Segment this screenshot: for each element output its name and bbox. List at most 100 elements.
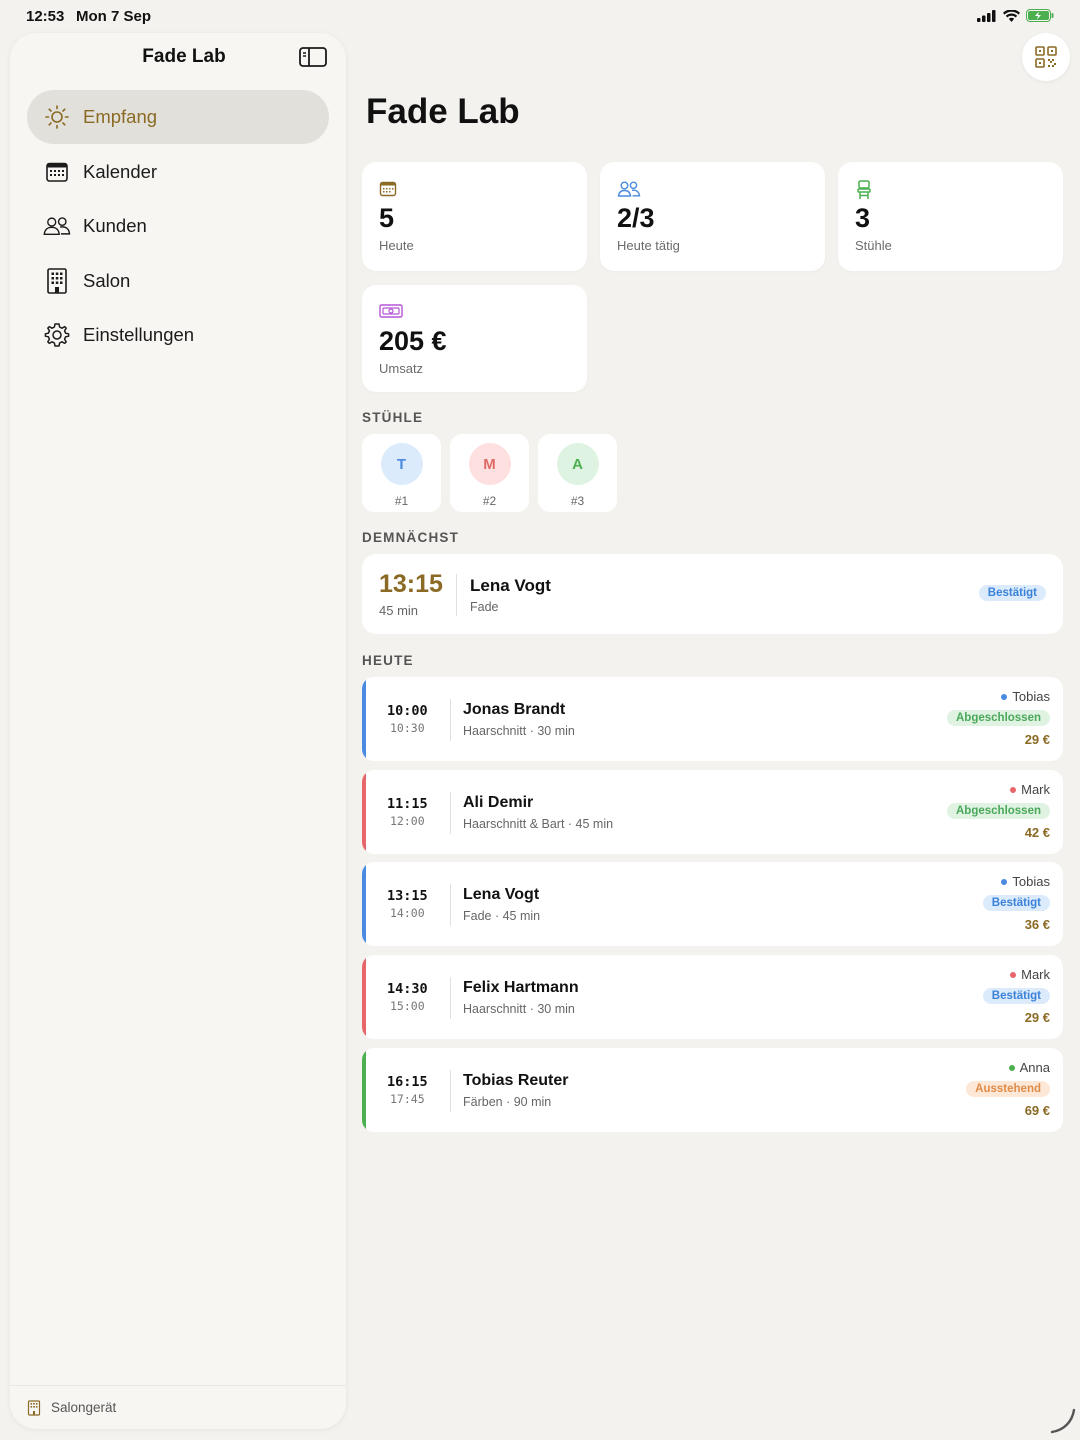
sidebar-toggle-icon[interactable] bbox=[298, 45, 328, 69]
building-icon bbox=[43, 267, 71, 295]
gear-icon bbox=[43, 321, 71, 349]
page-title: Fade Lab bbox=[366, 92, 520, 131]
sidebar-item-salon[interactable]: Salon bbox=[27, 254, 329, 308]
appointment-row[interactable]: 14:30 15:00 Felix Hartmann Haarschnitt ·… bbox=[362, 955, 1063, 1039]
wifi-icon bbox=[1003, 9, 1020, 22]
chair-card[interactable]: T #1 bbox=[362, 434, 441, 512]
sun-icon bbox=[43, 103, 71, 131]
appointment-price: 29 € bbox=[1024, 1010, 1050, 1025]
appointment-row[interactable]: 16:15 17:45 Tobias Reuter Färben · 90 mi… bbox=[362, 1048, 1063, 1132]
status-date: Mon 7 Sep bbox=[76, 8, 152, 25]
upcoming-appointment-card[interactable]: 13:15 45 min Lena Vogt Fade Bestätigt bbox=[362, 554, 1063, 634]
barber-color-bar bbox=[362, 862, 366, 946]
appointment-service: Fade · 45 min bbox=[463, 909, 541, 923]
calendar-icon bbox=[43, 158, 71, 186]
chair-card[interactable]: A #3 bbox=[538, 434, 617, 512]
device-label: Salongerät bbox=[51, 1400, 117, 1415]
barber-name: Mark bbox=[1021, 967, 1050, 982]
appointment-end-time: 15:00 bbox=[390, 999, 425, 1013]
stat-value: 3 bbox=[855, 203, 871, 233]
status-bar: 12:53 Mon 7 Sep bbox=[0, 0, 1080, 34]
appointment-start-time: 13:15 bbox=[387, 888, 428, 904]
appointment-start-time: 14:30 bbox=[387, 981, 428, 997]
people-icon bbox=[43, 212, 71, 240]
barber-name: Mark bbox=[1021, 782, 1050, 797]
appointment-client-name: Felix Hartmann bbox=[463, 979, 579, 996]
appointment-service: Haarschnitt · 30 min bbox=[463, 724, 575, 738]
qr-code-button[interactable] bbox=[1022, 33, 1070, 81]
appointment-service: Haarschnitt & Bart · 45 min bbox=[463, 817, 614, 831]
appointment-end-time: 12:00 bbox=[390, 814, 425, 828]
section-label-chairs: STÜHLE bbox=[362, 410, 424, 425]
stat-card-active-staff[interactable]: 2/3 Heute tätig bbox=[600, 162, 825, 271]
banknote-icon bbox=[379, 304, 403, 318]
appointment-price: 42 € bbox=[1024, 825, 1050, 840]
status-badge: Abgeschlossen bbox=[947, 803, 1050, 819]
chair-number: #3 bbox=[570, 494, 585, 508]
barber-color-bar bbox=[362, 677, 366, 761]
barber-name: Tobias bbox=[1012, 874, 1050, 889]
sidebar-item-label: Kunden bbox=[83, 215, 147, 236]
barber-dot bbox=[1001, 878, 1008, 885]
appointment-row[interactable]: 10:00 10:30 Jonas Brandt Haarschnitt · 3… bbox=[362, 677, 1063, 761]
sidebar-item-label: Empfang bbox=[83, 106, 158, 127]
status-badge: Bestätigt bbox=[982, 895, 1050, 911]
sidebar-item-label: Kalender bbox=[83, 160, 158, 182]
people-icon bbox=[617, 181, 641, 197]
appointment-start-time: 11:15 bbox=[387, 796, 428, 812]
appointment-client-name: Jonas Brandt bbox=[463, 701, 566, 718]
appointment-client-name: Tobias Reuter bbox=[463, 1072, 569, 1089]
stat-value: 5 bbox=[379, 203, 395, 233]
barber-dot bbox=[1010, 786, 1017, 793]
appointment-price: 36 € bbox=[1024, 917, 1050, 932]
appointment-client-name: Lena Vogt bbox=[463, 886, 540, 903]
appointment-service: Haarschnitt · 30 min bbox=[463, 1002, 575, 1016]
barber-name: Anna bbox=[1019, 1060, 1050, 1075]
sidebar-footer: Salongerät bbox=[10, 1385, 346, 1429]
appointment-row[interactable]: 11:15 12:00 Ali Demir Haarschnitt & Bart… bbox=[362, 770, 1063, 854]
barber-color-bar bbox=[362, 1048, 366, 1132]
appointment-end-time: 17:45 bbox=[390, 1092, 425, 1106]
qr-code-icon bbox=[1035, 46, 1057, 68]
sidebar-item-empfang[interactable]: Empfang bbox=[27, 90, 329, 144]
sidebar-item-label: Salon bbox=[83, 269, 131, 291]
stat-card-revenue[interactable]: 205 € Umsatz bbox=[362, 285, 587, 392]
appointment-end-time: 10:30 bbox=[390, 721, 425, 735]
chair-card[interactable]: M #2 bbox=[450, 434, 529, 512]
signal-icon bbox=[977, 9, 996, 22]
appointment-client-name: Ali Demir bbox=[463, 794, 534, 811]
stat-card-today[interactable]: 5 Heute bbox=[362, 162, 587, 271]
calendar-icon bbox=[379, 181, 397, 197]
status-icons bbox=[977, 9, 1054, 22]
sidebar-item-kunden[interactable]: Kunden bbox=[27, 199, 329, 253]
appointment-start-time: 10:00 bbox=[387, 703, 428, 719]
divider bbox=[450, 977, 451, 1019]
stat-card-chairs[interactable]: 3 Stühle bbox=[838, 162, 1063, 271]
appointment-end-time: 14:00 bbox=[390, 906, 425, 920]
status-badge: Abgeschlossen bbox=[947, 710, 1050, 726]
avatar: T bbox=[380, 443, 423, 485]
appointment-service: Färben · 90 min bbox=[463, 1095, 552, 1109]
sidebar: Fade Lab Empfang Kalender Kunden Salon E… bbox=[10, 33, 346, 1429]
chair-number: #2 bbox=[482, 494, 497, 508]
section-label-upcoming: DEMNÄCHST bbox=[362, 530, 460, 545]
building-icon bbox=[27, 1399, 41, 1416]
barber-color-bar bbox=[362, 770, 366, 854]
divider bbox=[450, 792, 451, 834]
appointment-price: 29 € bbox=[1024, 732, 1050, 747]
barber-dot bbox=[1001, 693, 1008, 700]
appointment-row[interactable]: 13:15 14:00 Lena Vogt Fade · 45 min Tobi… bbox=[362, 862, 1063, 946]
window-resize-handle[interactable] bbox=[1050, 1408, 1076, 1434]
sidebar-item-kalender[interactable]: Kalender bbox=[27, 145, 329, 199]
status-badge: Ausstehend bbox=[966, 1081, 1050, 1097]
upcoming-service: Fade bbox=[470, 600, 499, 614]
chair-icon bbox=[857, 180, 871, 199]
divider bbox=[456, 574, 457, 616]
barber-dot bbox=[1008, 1064, 1015, 1071]
stat-label: Umsatz bbox=[379, 361, 424, 376]
divider bbox=[450, 884, 451, 926]
status-time: 12:53 bbox=[26, 8, 65, 25]
barber-dot bbox=[1010, 971, 1017, 978]
sidebar-item-einstellungen[interactable]: Einstellungen bbox=[27, 308, 329, 362]
avatar: M bbox=[468, 443, 511, 485]
